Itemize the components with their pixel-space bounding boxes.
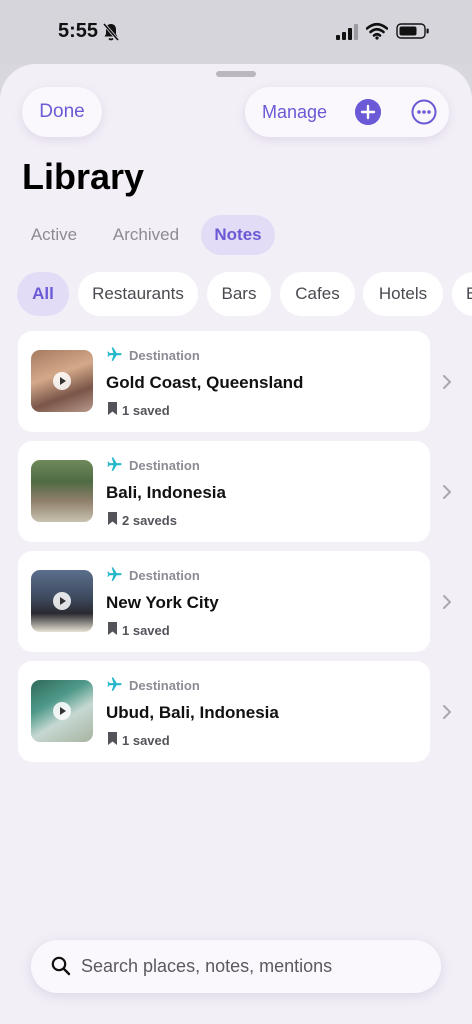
item-saved-count: 1 saved <box>122 623 170 638</box>
page-title: Library <box>22 156 145 197</box>
play-icon <box>53 702 71 720</box>
filter-chip-bars[interactable]: Bars <box>207 272 271 316</box>
search-input[interactable] <box>81 948 421 985</box>
filter-chip-hotels[interactable]: Hotels <box>363 272 443 316</box>
cellular-signal-icon <box>336 24 358 40</box>
plane-icon <box>107 457 122 471</box>
photo-thumbnail <box>31 460 93 522</box>
status-time: 5:55 <box>58 20 99 42</box>
bookmark-icon <box>108 402 117 415</box>
more-options-icon[interactable] <box>411 99 437 125</box>
list-item[interactable]: Destination Gold Coast, Queensland 1 sav… <box>18 331 430 432</box>
chevron-right-icon <box>443 375 451 389</box>
list-item[interactable]: Destination Ubud, Bali, Indonesia 1 save… <box>18 661 430 762</box>
item-category: Destination <box>129 348 200 363</box>
list-item[interactable]: Destination Bali, Indonesia 2 saveds <box>18 441 430 542</box>
item-saved-count: 1 saved <box>122 733 170 748</box>
library-sheet: Done Manage Library Active Archived Note… <box>0 64 472 1024</box>
filter-chip-cafes[interactable]: Cafes <box>280 272 355 316</box>
item-title: Bali, Indonesia <box>106 483 226 502</box>
chevron-right-icon <box>443 595 451 609</box>
video-thumbnail <box>31 570 93 632</box>
chevron-right-icon <box>443 485 451 499</box>
sheet-grabber[interactable] <box>216 71 256 77</box>
tab-active[interactable]: Active <box>20 215 88 255</box>
item-category: Destination <box>129 678 200 693</box>
add-icon[interactable] <box>355 99 381 125</box>
item-category: Destination <box>129 458 200 473</box>
chevron-right-icon <box>443 705 451 719</box>
filter-chip-all[interactable]: All <box>17 272 69 316</box>
bookmark-icon <box>108 732 117 745</box>
tab-notes[interactable]: Notes <box>201 215 275 255</box>
item-title: Ubud, Bali, Indonesia <box>106 703 279 722</box>
bookmark-icon <box>108 622 117 635</box>
item-saved-count: 2 saveds <box>122 513 177 528</box>
play-icon <box>53 592 71 610</box>
search-icon <box>51 956 71 976</box>
filter-chip-restaurants[interactable]: Restaurants <box>78 272 198 316</box>
wifi-icon <box>366 22 388 40</box>
video-thumbnail <box>31 680 93 742</box>
filter-chip-partial[interactable]: B <box>452 272 472 316</box>
tab-archived[interactable]: Archived <box>104 215 188 255</box>
video-thumbnail <box>31 350 93 412</box>
play-icon <box>53 372 71 390</box>
plane-icon <box>107 347 122 361</box>
item-title: New York City <box>106 593 219 612</box>
bookmark-icon <box>108 512 117 525</box>
plane-icon <box>107 567 122 581</box>
status-bar: 5:55 <box>0 0 472 64</box>
item-category: Destination <box>129 568 200 583</box>
header-toolbar: Manage <box>245 87 449 137</box>
item-saved-count: 1 saved <box>122 403 170 418</box>
search-bar[interactable] <box>31 940 441 993</box>
list-item[interactable]: Destination New York City 1 saved <box>18 551 430 652</box>
manage-button[interactable]: Manage <box>262 87 327 137</box>
battery-icon <box>396 23 429 39</box>
silent-mode-icon <box>102 22 120 42</box>
plane-icon <box>107 677 122 691</box>
done-button[interactable]: Done <box>22 87 102 137</box>
item-title: Gold Coast, Queensland <box>106 373 304 392</box>
